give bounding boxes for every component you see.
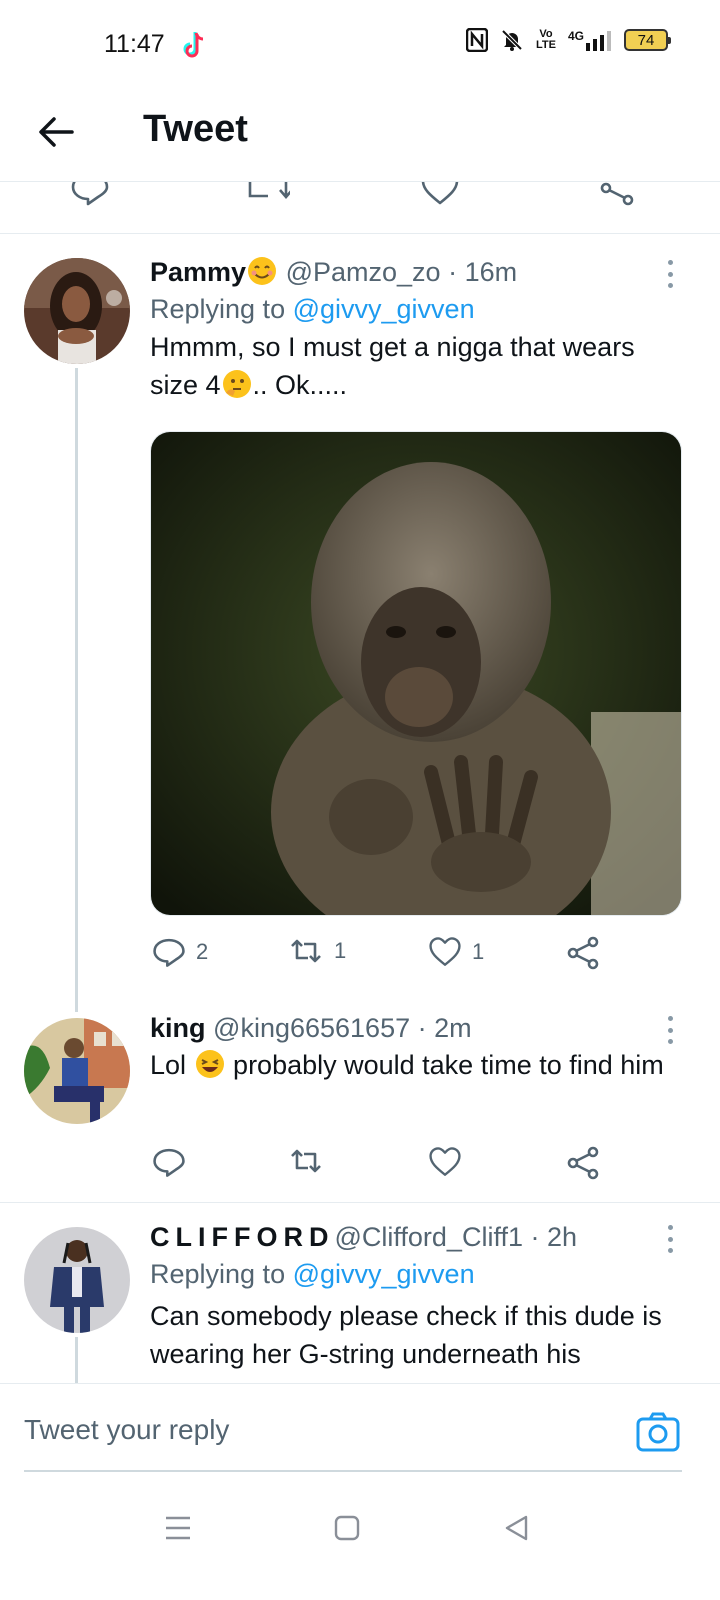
tweet-clifford[interactable]: CLIFFORD@Clifford_Cliff1 · 2h Replying t… (0, 1203, 720, 1383)
tweet-text: Can somebody please check if this dude i… (150, 1301, 662, 1369)
network-type: 4G (567, 29, 584, 43)
author-name[interactable]: Pammy (150, 257, 246, 287)
back-arrow-icon (39, 117, 74, 147)
replying-mention[interactable]: @givvy_givven (293, 294, 475, 324)
back-triangle-icon (505, 1515, 528, 1541)
replying-mention[interactable]: @givvy_givven (293, 1259, 475, 1289)
reply-underline (24, 1470, 682, 1472)
previous-tweet-actions (0, 182, 720, 234)
camera-icon[interactable] (636, 1410, 680, 1454)
tiktok-icon (183, 32, 204, 58)
tweet-time: · 2h (530, 1222, 578, 1252)
tweet-time: · 16m (448, 257, 518, 287)
tweet-pammy[interactable]: Pammy @Pamzo_zo · 16m Replying to @givvy… (0, 234, 720, 1012)
app-header: Tweet (0, 92, 720, 182)
page-title: Tweet (143, 108, 248, 150)
thread-line (75, 1337, 78, 1383)
like-icon[interactable] (420, 182, 460, 206)
tweet-king[interactable]: king @king66561657 · 2m Lol probably wou… (0, 1002, 720, 1202)
reply-count: 2 (196, 939, 209, 964)
tweet-header: Pammy @Pamzo_zo · 16m (150, 254, 690, 290)
tweet-content: king @king66561657 · 2m Lol probably wou… (150, 1010, 690, 1084)
tweet-header: CLIFFORD@Clifford_Cliff1 · 2h (150, 1219, 690, 1255)
tweet-actions: 2 1 1 (150, 936, 620, 976)
avatar[interactable] (24, 1018, 130, 1124)
author-name[interactable]: CLIFFORD (150, 1222, 334, 1252)
thread-line (75, 368, 78, 1012)
tweet-text-part2: .. Ok..... (252, 370, 348, 400)
share-action[interactable] (566, 936, 600, 970)
replying-to: Replying to @givvy_givven (150, 290, 690, 328)
tweet-image[interactable] (150, 431, 682, 916)
volte-indicator: Vo LTE (536, 28, 556, 51)
thinking-emoji-icon (222, 370, 251, 398)
avatar[interactable] (24, 1227, 130, 1333)
like-icon (429, 1147, 461, 1176)
replying-prefix: Replying to (150, 1259, 293, 1289)
more-icon[interactable] (666, 260, 674, 288)
retweet-count: 1 (334, 938, 347, 963)
author-handle[interactable]: @king66561657 (213, 1013, 410, 1043)
menu-button[interactable] (158, 1508, 198, 1548)
tweet-header: king @king66561657 · 2m (150, 1010, 690, 1046)
reply-bar: Tweet your reply (0, 1383, 720, 1485)
tweet-text-part1: Lol (150, 1050, 194, 1080)
retweet-icon[interactable] (246, 182, 290, 206)
reply-action[interactable] (152, 1146, 186, 1178)
share-icon (567, 1146, 599, 1180)
replying-to: Replying to @givvy_givven (150, 1255, 690, 1293)
like-action[interactable]: 1 (428, 936, 484, 968)
battery-level: 74 (637, 31, 655, 49)
like-action[interactable] (428, 1146, 462, 1178)
replying-prefix: Replying to (150, 294, 293, 324)
tweet-text: Hmmm, so I must get a nigga that wears s… (150, 328, 690, 404)
reply-icon (153, 938, 185, 967)
share-icon[interactable] (598, 182, 638, 206)
retweet-action[interactable] (288, 1146, 324, 1176)
nfc-icon (466, 28, 489, 52)
retweet-action[interactable]: 1 (288, 936, 346, 966)
tweet-content: CLIFFORD@Clifford_Cliff1 · 2h Replying t… (150, 1219, 690, 1373)
menu-icon (166, 1516, 190, 1540)
more-icon[interactable] (666, 1016, 674, 1044)
home-square-icon (334, 1515, 360, 1541)
bell-off-icon (501, 29, 523, 51)
signal-icon (586, 31, 611, 51)
like-count: 1 (472, 939, 485, 964)
tweet-time: · 2m (417, 1013, 472, 1043)
battery-icon: 74 (624, 29, 671, 51)
author-handle[interactable]: @Pamzo_zo (286, 257, 441, 287)
home-button[interactable] (327, 1508, 367, 1548)
tweet-text: Lol probably would take time to find him (150, 1046, 690, 1084)
share-action[interactable] (566, 1146, 600, 1180)
smiling-emoji-icon (248, 257, 277, 285)
status-icons: Vo LTE 4G 74 (466, 28, 671, 52)
author-name[interactable]: king (150, 1013, 206, 1043)
system-nav-bar (0, 1486, 720, 1600)
signal-indicator: 4G (568, 29, 612, 51)
reply-input[interactable]: Tweet your reply (24, 1414, 229, 1446)
like-icon (429, 937, 461, 966)
back-button[interactable] (34, 110, 78, 154)
back-nav-button[interactable] (496, 1508, 536, 1548)
retweet-icon (291, 939, 321, 963)
avatar[interactable] (24, 258, 130, 364)
retweet-icon (291, 1149, 321, 1173)
tweet-text-part2: probably would take time to find him (225, 1050, 664, 1080)
tweet-content: Pammy @Pamzo_zo · 16m Replying to @givvy… (150, 254, 690, 404)
author-handle[interactable]: @Clifford_Cliff1 (334, 1222, 523, 1252)
tweet-actions (150, 1146, 620, 1186)
share-icon (567, 936, 599, 970)
reply-icon[interactable] (70, 182, 110, 206)
more-icon[interactable] (666, 1225, 674, 1253)
status-time: 11:47 (104, 30, 165, 58)
reply-action[interactable]: 2 (152, 936, 208, 968)
laughing-emoji-icon (195, 1050, 224, 1078)
reply-icon (153, 1148, 185, 1177)
status-bar: 11:47 Vo LTE 4G 74 (0, 0, 720, 92)
